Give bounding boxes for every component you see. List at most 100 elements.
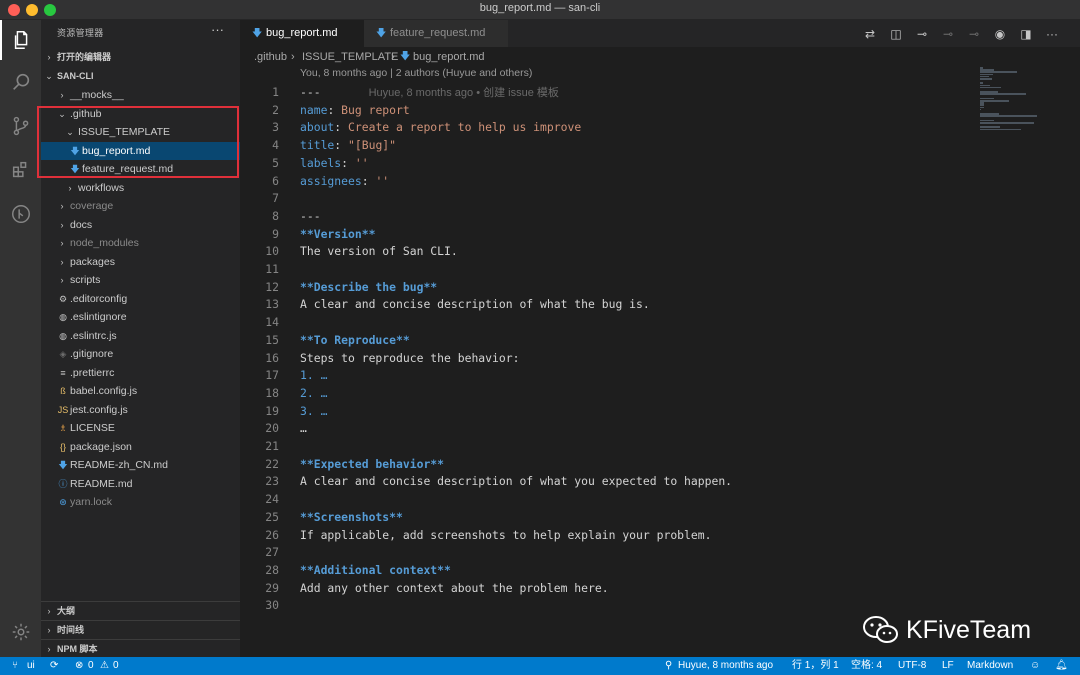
- line-number: 16: [265, 350, 279, 365]
- extensions-icon[interactable]: [0, 150, 41, 190]
- tree-item-label: packages: [70, 255, 115, 268]
- code-line: labels: '': [300, 155, 369, 173]
- open-editors-section[interactable]: › 打开的编辑器: [41, 48, 240, 66]
- chevron-right-icon: ›: [60, 90, 64, 100]
- more-actions-button[interactable]: ···: [211, 22, 224, 37]
- breadcrumb-item[interactable]: .github: [254, 47, 287, 67]
- tree-folder[interactable]: › coverage: [41, 197, 240, 215]
- tree-folder[interactable]: › scripts: [41, 271, 240, 289]
- tree-file[interactable]: ⊛ yarn.lock: [41, 493, 240, 511]
- tree-item-label: README-zh_CN.md: [70, 459, 169, 471]
- code-text: 1. …: [300, 368, 328, 383]
- line-number: 23: [265, 474, 279, 489]
- tab-feature-request[interactable]: 🡇 feature_request.md: [364, 20, 508, 47]
- split-editor-icon[interactable]: ◨: [1013, 21, 1039, 47]
- search-icon[interactable]: [0, 62, 41, 102]
- tree-file[interactable]: 🡇 README-zh_CN.md: [41, 456, 240, 474]
- babel-icon: ß: [60, 386, 66, 396]
- previous-change-icon[interactable]: ⊸: [935, 21, 961, 47]
- source-control-icon[interactable]: [0, 106, 41, 146]
- commit-icon[interactable]: ⊸: [909, 21, 935, 47]
- code-line: **Version**: [300, 226, 375, 244]
- npm-scripts-section[interactable]: › NPM 脚本: [41, 639, 240, 657]
- blame-header[interactable]: You, 8 months ago | 2 authors (Huyue and…: [300, 67, 532, 79]
- tree-item-label: babel.config.js: [70, 385, 138, 397]
- problems-count[interactable]: 0: [88, 657, 94, 675]
- code-line: name: Bug report: [300, 102, 410, 120]
- line-number: 2: [272, 102, 279, 117]
- tree-file[interactable]: ◍ .eslintrc.js: [41, 327, 240, 345]
- code-text: Add any other context about the problem …: [300, 580, 609, 595]
- code-text: A clear and concise description of what …: [300, 474, 733, 489]
- cursor-position[interactable]: 行 1，列 1: [792, 657, 839, 675]
- markdown-icon: 🡇: [58, 460, 68, 470]
- branch-icon[interactable]: ⑂: [12, 657, 18, 675]
- tree-item-label: .editorconfig: [70, 292, 128, 305]
- compare-changes-icon[interactable]: ⇄: [857, 21, 883, 47]
- minimap-line: [980, 128, 1021, 131]
- minimap[interactable]: [980, 67, 1046, 137]
- code-editor[interactable]: You, 8 months ago | 2 authors (Huyue and…: [240, 67, 1040, 617]
- yaml-value: '': [348, 155, 369, 170]
- prettier-icon: ≡: [60, 367, 66, 378]
- blame-status[interactable]: Huyue, 8 months ago: [678, 657, 773, 675]
- git-history-icon[interactable]: [0, 194, 41, 234]
- tree-item-label: node_modules: [70, 237, 139, 249]
- tree-file[interactable]: JS jest.config.js: [41, 401, 240, 419]
- outline-section[interactable]: › 大纲: [41, 601, 240, 620]
- feedback-icon[interactable]: ☺: [1030, 657, 1040, 675]
- tree-folder[interactable]: › __mocks__: [41, 86, 240, 104]
- code-text: Steps to reproduce the behavior:: [300, 350, 520, 365]
- warning-icon[interactable]: ⚠: [100, 657, 109, 675]
- tree-file[interactable]: ≡ .prettierrc: [41, 364, 240, 382]
- tree-file[interactable]: ⚙ .editorconfig: [41, 290, 240, 308]
- sync-icon[interactable]: ⟳: [50, 657, 58, 675]
- javascript-icon: JS: [57, 404, 69, 415]
- error-icon[interactable]: ⊗: [75, 657, 83, 675]
- blame-toggle-icon[interactable]: ◉: [987, 21, 1013, 47]
- explorer-icon[interactable]: [0, 20, 41, 60]
- encoding[interactable]: UTF-8: [898, 657, 926, 675]
- line-number: 17: [265, 368, 279, 383]
- wechat-icon: [863, 616, 898, 643]
- tree-folder[interactable]: › workflows: [41, 179, 240, 197]
- tab-bug-report[interactable]: 🡇 bug_report.md: [240, 20, 364, 47]
- tree-item-label: coverage: [70, 200, 114, 212]
- project-section[interactable]: ⌄ SAN-CLI: [41, 67, 240, 85]
- tree-folder[interactable]: › node_modules: [41, 234, 240, 252]
- settings-gear-icon[interactable]: [0, 612, 41, 652]
- end-of-line[interactable]: LF: [942, 657, 954, 675]
- timeline-section[interactable]: › 时间线: [41, 620, 240, 639]
- code-text: **To Reproduce**: [300, 332, 410, 347]
- more-editor-actions-icon[interactable]: ···: [1039, 21, 1065, 47]
- line-number: 18: [265, 385, 279, 400]
- breadcrumb-item[interactable]: bug_report.md: [413, 47, 485, 67]
- code-text: The version of San CLI.: [300, 244, 458, 259]
- code-text: 2. …: [300, 385, 328, 400]
- line-number: 21: [265, 439, 279, 453]
- next-change-icon[interactable]: ⊸: [961, 21, 987, 47]
- tree-file[interactable]: {} package.json: [41, 438, 240, 456]
- line-number: 10: [265, 244, 279, 259]
- branch-name[interactable]: ui: [27, 657, 35, 675]
- tree-file[interactable]: ◈ .gitignore: [41, 345, 240, 363]
- tree-file[interactable]: ⓘ README.md: [41, 475, 240, 493]
- breadcrumb-item[interactable]: ISSUE_TEMPLATE: [302, 47, 398, 67]
- breadcrumb-separator: ›: [291, 51, 295, 63]
- tree-folder[interactable]: › docs: [41, 216, 240, 234]
- chevron-right-icon: ›: [60, 275, 64, 285]
- code-line: A clear and concise description of what …: [300, 296, 650, 314]
- warnings-count[interactable]: 0: [113, 657, 119, 675]
- code-line: 1. …: [300, 367, 327, 385]
- indentation[interactable]: 空格: 4: [851, 657, 882, 675]
- watermark: KFiveTeam: [862, 612, 1031, 648]
- notifications-icon[interactable]: 🔔︎: [1055, 657, 1068, 675]
- yarn-icon: ⊛: [59, 497, 67, 507]
- open-preview-icon[interactable]: ◫: [883, 21, 909, 47]
- language-mode[interactable]: Markdown: [967, 657, 1013, 675]
- tree-file[interactable]: ◍ .eslintignore: [41, 308, 240, 326]
- tree-folder[interactable]: › packages: [41, 253, 240, 271]
- tree-file[interactable]: ♗ LICENSE: [41, 419, 240, 437]
- readme-info-icon: ⓘ: [58, 478, 68, 489]
- tree-file[interactable]: ß babel.config.js: [41, 382, 240, 400]
